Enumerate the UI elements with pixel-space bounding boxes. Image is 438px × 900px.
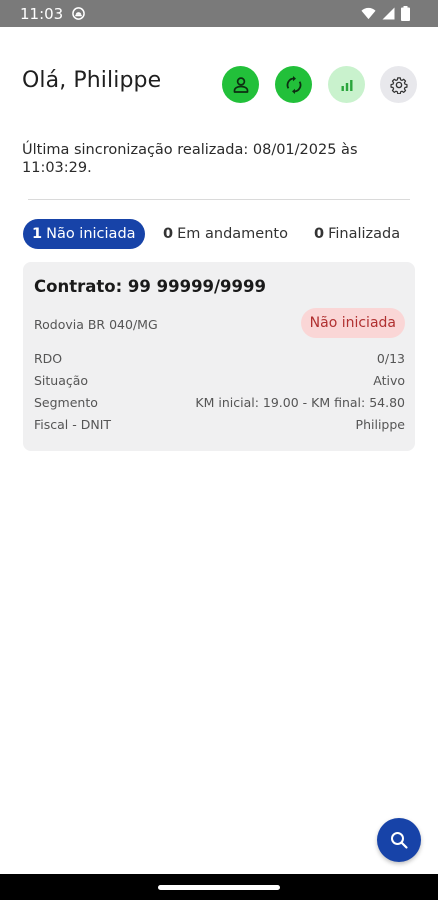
row-label: Fiscal - DNIT xyxy=(34,417,112,432)
wifi-icon xyxy=(361,7,376,20)
status-time: 11:03 xyxy=(20,5,64,23)
contract-card[interactable]: Contrato: 99 99999/9999 Rodovia BR 040/M… xyxy=(23,262,415,451)
row-label: Situação xyxy=(34,373,89,388)
search-button[interactable] xyxy=(377,818,421,862)
tab-nao-iniciada[interactable]: 1 Não iniciada xyxy=(23,219,145,249)
status-tabs: 1 Não iniciada 0 Em andamento 0 Finaliza… xyxy=(23,219,413,249)
row-value: Ativo xyxy=(373,373,405,388)
status-icons xyxy=(361,6,410,21)
home-gesture-handle[interactable] xyxy=(158,885,280,890)
row-label: RDO xyxy=(34,351,63,366)
gear-icon xyxy=(389,76,408,94)
contract-title: Contrato: 99 99999/9999 xyxy=(34,277,266,296)
signal-icon xyxy=(382,7,395,20)
signal-bars-icon xyxy=(341,79,352,91)
app-notification-icon xyxy=(72,7,85,20)
road-label: Rodovia BR 040/MG xyxy=(34,317,158,332)
tab-count: 1 xyxy=(32,226,43,242)
battery-icon xyxy=(401,6,410,21)
tab-count: 0 xyxy=(314,226,325,242)
row-value: Philippe xyxy=(355,417,405,432)
row-value: 0/13 xyxy=(376,351,405,366)
tab-label: Em andamento xyxy=(177,226,288,242)
greeting-title: Olá, Philippe xyxy=(22,68,162,93)
signal-status-button[interactable] xyxy=(328,66,365,103)
status-badge: Não iniciada xyxy=(300,308,405,338)
search-icon xyxy=(391,832,408,849)
settings-button[interactable] xyxy=(380,66,417,103)
info-row-rdo: RDO 0/13 xyxy=(34,351,405,369)
tab-count: 0 xyxy=(163,226,174,242)
divider xyxy=(28,199,410,200)
info-row-fiscal: Fiscal - DNIT Philippe xyxy=(34,417,405,435)
tab-label: Não iniciada xyxy=(46,226,136,242)
tab-em-andamento[interactable]: 0 Em andamento xyxy=(163,219,288,249)
row-label: Segmento xyxy=(34,395,98,410)
status-bar: 11:03 xyxy=(0,0,438,27)
system-nav-bar xyxy=(0,874,438,900)
info-row-situacao: Situação Ativo xyxy=(34,373,405,391)
tab-finalizada[interactable]: 0 Finalizada xyxy=(314,219,400,249)
sync-icon xyxy=(286,75,301,94)
sync-button[interactable] xyxy=(275,66,312,103)
last-sync-text: Última sincronização realizada: 08/01/20… xyxy=(22,142,358,176)
user-profile-button[interactable] xyxy=(222,66,259,103)
user-icon xyxy=(233,76,248,93)
tab-label: Finalizada xyxy=(328,226,401,242)
row-value: KM inicial: 19.00 - KM final: 54.80 xyxy=(195,395,405,410)
info-row-segmento: Segmento KM inicial: 19.00 - KM final: 5… xyxy=(34,395,405,413)
